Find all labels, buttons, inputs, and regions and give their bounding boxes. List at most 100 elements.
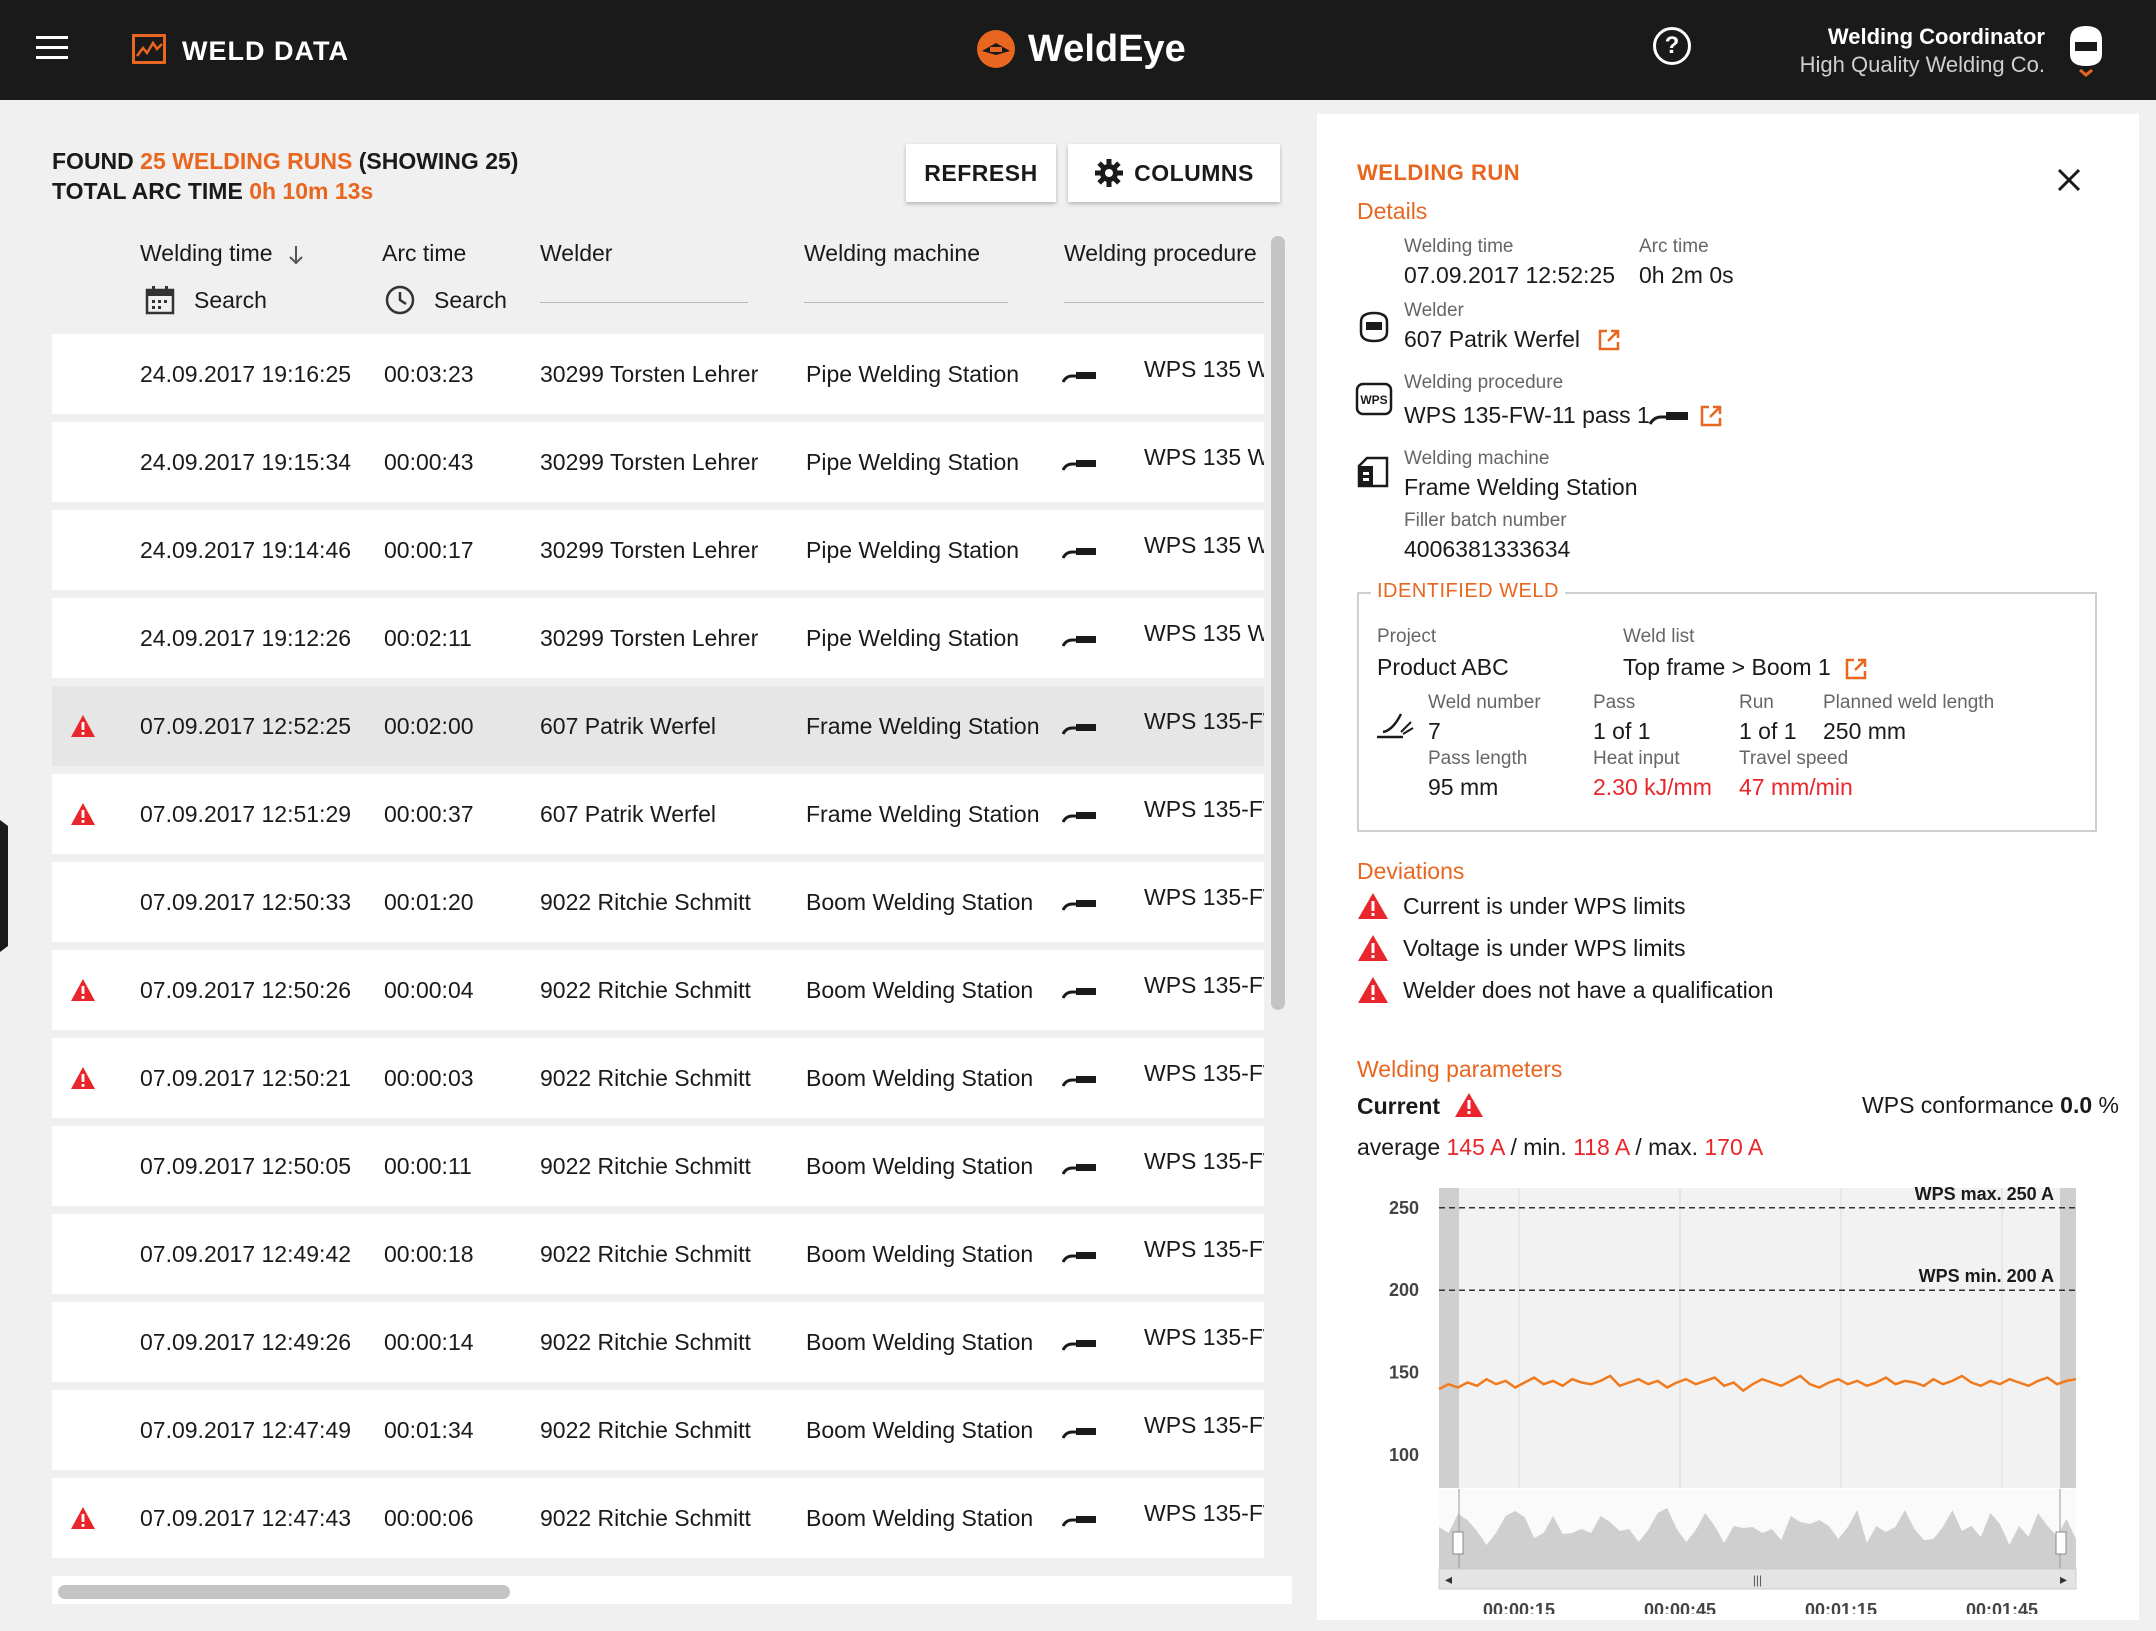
row-welding-procedure: WPS 135-FW-4 ( xyxy=(1144,1148,1264,1174)
table-row[interactable]: 07.09.2017 12:49:42 00:00:18 9022 Ritchie … xyxy=(52,1214,1264,1294)
row-welder: 30299 Torsten Lehrer xyxy=(540,625,759,651)
row-welding-time: 07.09.2017 12:47:49 xyxy=(140,1417,352,1443)
row-welder: 607 Patrik Werfel xyxy=(540,801,716,827)
horizontal-scroll-thumb[interactable] xyxy=(58,1585,510,1599)
warning-icon xyxy=(71,803,95,825)
row-welding-procedure: WPS 135-FW-7 ( xyxy=(1144,1500,1264,1526)
row-welder: 9022 Ritchie Schmitt xyxy=(540,889,751,915)
deviations-header: Deviations xyxy=(1357,858,1465,884)
table-row[interactable]: 07.09.2017 12:52:25 00:02:00 607 Patrik We… xyxy=(52,686,1264,766)
table-row[interactable]: 24.09.2017 19:15:34 00:00:43 30299 Torsten… xyxy=(52,422,1264,502)
planned-length-label: Planned weld length xyxy=(1823,692,1995,713)
welding-torch-icon xyxy=(1648,412,1688,425)
table-row[interactable]: 07.09.2017 12:47:43 00:00:06 9022 Ritchie … xyxy=(52,1478,1264,1558)
table-row[interactable]: 07.09.2017 12:51:29 00:00:37 607 Patrik We… xyxy=(52,774,1264,854)
external-link-icon[interactable] xyxy=(1597,328,1621,352)
welding-torch-icon xyxy=(1062,636,1096,647)
table-row[interactable]: 24.09.2017 19:12:26 00:02:11 30299 Torsten… xyxy=(52,598,1264,678)
warning-icon xyxy=(1358,935,1388,961)
row-arc-time: 00:02:11 xyxy=(384,625,472,651)
row-welding-procedure: WPS 135-FW-4 ( xyxy=(1144,1324,1264,1350)
navigator-handle-left[interactable] xyxy=(1452,1531,1464,1555)
scroll-left-icon: ◂ xyxy=(1445,1571,1452,1587)
welding-torch-icon xyxy=(1062,1428,1096,1439)
row-welding-machine: Pipe Welding Station xyxy=(806,625,1020,651)
welding-torch-icon xyxy=(1062,724,1096,735)
warning-icon xyxy=(1455,1093,1484,1117)
plot-background xyxy=(1439,1188,2076,1488)
table-row[interactable]: 24.09.2017 19:14:46 00:00:17 30299 Torsten… xyxy=(52,510,1264,590)
columns-button[interactable]: COLUMNS xyxy=(1068,144,1280,202)
clock-icon[interactable] xyxy=(384,284,416,316)
filler-batch-value: 4006381333634 xyxy=(1404,536,1571,562)
row-welding-time: 07.09.2017 12:50:21 xyxy=(140,1065,352,1091)
pass-value: 1 of 1 xyxy=(1593,718,1651,744)
welding-run-detail-panel: WELDING RUN Details Welding time 07.09.2… xyxy=(1317,114,2139,1620)
table-row[interactable]: 07.09.2017 12:50:05 00:00:11 9022 Ritchie … xyxy=(52,1126,1264,1206)
current-chart[interactable]: 100 150 200 250 WPS max. 250 A WPS min. 200 A… xyxy=(1357,1174,2117,1614)
col-welder[interactable]: Welder xyxy=(540,240,612,267)
row-welding-time: 07.09.2017 12:50:26 xyxy=(140,977,352,1003)
avg-label: average xyxy=(1357,1134,1447,1160)
table-row[interactable]: 24.09.2017 19:16:25 00:03:23 30299 Torsten… xyxy=(52,334,1264,414)
row-welder: 9022 Ritchie Schmitt xyxy=(540,1153,751,1179)
table-row[interactable]: 07.09.2017 12:47:49 00:01:34 9022 Ritchie … xyxy=(52,1390,1264,1470)
welding-time-search[interactable]: Search xyxy=(144,284,267,316)
row-welding-procedure: WPS 135 WiseR xyxy=(1144,532,1264,558)
welding-torch-icon xyxy=(1062,460,1096,471)
welding-torch-icon xyxy=(1062,1252,1096,1263)
calendar-icon[interactable] xyxy=(144,284,176,316)
external-link-icon[interactable] xyxy=(1699,404,1723,428)
user-avatar-icon[interactable] xyxy=(2066,24,2106,78)
avg-value: 145 A xyxy=(1446,1134,1505,1160)
welding-parameters-header: Welding parameters xyxy=(1357,1056,1563,1082)
menu-icon[interactable] xyxy=(36,36,68,60)
external-link-icon[interactable] xyxy=(1844,657,1868,681)
brand: WeldEye xyxy=(976,26,1186,72)
col-welding-time[interactable]: Welding time xyxy=(140,240,305,267)
row-welding-machine: Boom Welding Station xyxy=(806,1329,1034,1355)
travel-speed-value: 47 mm/min xyxy=(1739,774,1853,800)
pass-length-label: Pass length xyxy=(1428,748,1528,769)
deviation-item: Welder does not have a qualification xyxy=(1357,976,1773,1004)
procedure-filter-input[interactable] xyxy=(1064,302,1264,303)
close-icon[interactable] xyxy=(2055,166,2083,194)
row-welding-time: 07.09.2017 12:50:05 xyxy=(140,1153,352,1179)
welder-filter-input[interactable] xyxy=(540,302,748,303)
arc-time-value: 0h 2m 0s xyxy=(1639,262,1734,288)
col-welding-machine[interactable]: Welding machine xyxy=(804,240,980,267)
row-welding-time: 07.09.2017 12:49:26 xyxy=(140,1329,352,1355)
welding-torch-icon xyxy=(1062,1516,1096,1527)
row-welding-machine: Boom Welding Station xyxy=(806,977,1034,1003)
welding-torch-icon xyxy=(1062,1340,1096,1351)
row-welding-time: 24.09.2017 19:15:34 xyxy=(140,449,352,475)
machine-filter-input[interactable] xyxy=(804,302,1008,303)
table-row[interactable]: 07.09.2017 12:50:21 00:00:03 9022 Ritchie … xyxy=(52,1038,1264,1118)
col-welding-procedure[interactable]: Welding procedure xyxy=(1064,240,1264,267)
col-arc-time[interactable]: Arc time xyxy=(382,240,466,267)
welding-time-value: 07.09.2017 12:52:25 xyxy=(1404,262,1616,288)
row-welding-time: 07.09.2017 12:50:33 xyxy=(140,889,352,915)
row-arc-time: 00:00:04 xyxy=(384,977,474,1003)
row-welding-time: 07.09.2017 12:49:42 xyxy=(140,1241,352,1267)
vertical-scroll-thumb[interactable] xyxy=(1271,236,1285,1010)
arc-time-search[interactable]: Search xyxy=(384,284,507,316)
columns-label: COLUMNS xyxy=(1134,159,1254,186)
row-welding-time: 07.09.2017 12:47:43 xyxy=(140,1505,352,1531)
refresh-button[interactable]: REFRESH xyxy=(906,144,1056,202)
welding-torch-icon xyxy=(1062,548,1096,559)
navigator-handle-right[interactable] xyxy=(2055,1531,2067,1555)
row-arc-time: 00:00:17 xyxy=(384,537,474,563)
welding-torch-icon xyxy=(1062,988,1096,999)
table-row[interactable]: 07.09.2017 12:49:26 00:00:14 9022 Ritchie … xyxy=(52,1302,1264,1382)
row-welder: 9022 Ritchie Schmitt xyxy=(540,1065,751,1091)
y-tick-label: 100 xyxy=(1389,1445,1419,1465)
found-count: 25 WELDING RUNS xyxy=(140,148,353,174)
row-welder: 9022 Ritchie Schmitt xyxy=(540,1241,751,1267)
help-icon[interactable]: ? xyxy=(1653,27,1691,65)
table-row[interactable]: 07.09.2017 12:50:33 00:01:20 9022 Ritchie … xyxy=(52,862,1264,942)
table-row[interactable]: 07.09.2017 12:50:26 00:00:04 9022 Ritchie … xyxy=(52,950,1264,1030)
row-welding-procedure: WPS 135-FW-4 ( xyxy=(1144,1060,1264,1086)
warning-icon xyxy=(71,715,95,737)
sort-down-icon[interactable] xyxy=(287,245,305,265)
